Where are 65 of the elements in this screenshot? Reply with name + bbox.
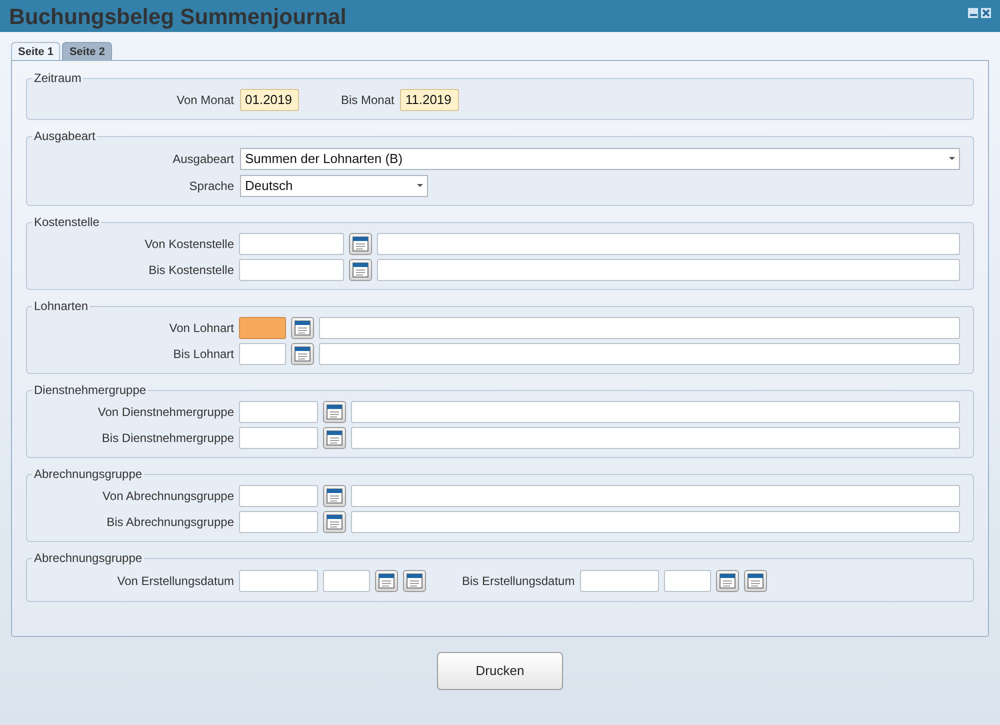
dropdown[interactable]: Summen der Lohnarten (B) bbox=[240, 148, 960, 170]
input-field[interactable] bbox=[323, 570, 370, 592]
tab[interactable]: Seite 1 bbox=[11, 42, 60, 62]
input-field[interactable] bbox=[239, 570, 318, 592]
group-title: Dienstnehmergruppe bbox=[33, 382, 148, 399]
field-label: Bis Monat bbox=[341, 92, 394, 109]
window-title: Buchungsbeleg Summenjournal bbox=[9, 2, 346, 31]
field-label: Von Kostenstelle bbox=[144, 236, 234, 253]
group-title: Abrechnungsgruppe bbox=[33, 466, 144, 483]
close-icon[interactable] bbox=[981, 8, 991, 18]
group-title: Ausgabeart bbox=[33, 128, 96, 145]
dropdown[interactable]: Deutsch bbox=[240, 174, 428, 196]
calendar-icon[interactable] bbox=[403, 570, 426, 592]
field-label: Von Abrechnungsgruppe bbox=[102, 488, 234, 505]
field-label: Bis Dienstnehmergruppe bbox=[100, 430, 234, 447]
minimize-icon[interactable] bbox=[968, 8, 978, 18]
input-field[interactable] bbox=[239, 233, 344, 255]
input-field[interactable]: 01.2019 bbox=[240, 89, 299, 111]
field-label: Von Monat bbox=[176, 92, 234, 109]
input-field[interactable] bbox=[319, 343, 960, 365]
field-label: Bis Lohnart bbox=[172, 346, 234, 363]
input-field[interactable] bbox=[377, 259, 960, 281]
input-field[interactable] bbox=[239, 317, 286, 339]
calendar-icon[interactable] bbox=[291, 317, 314, 339]
input-field[interactable] bbox=[351, 427, 960, 449]
calendar-icon[interactable] bbox=[323, 427, 346, 449]
calendar-icon[interactable] bbox=[716, 570, 739, 592]
calendar-icon[interactable] bbox=[375, 570, 398, 592]
field-label: Ausgabeart bbox=[172, 150, 234, 168]
input-field[interactable] bbox=[239, 343, 286, 365]
tab[interactable]: Seite 2 bbox=[62, 42, 112, 61]
field-label: Bis Abrechnungsgruppe bbox=[106, 514, 234, 531]
field-label: Von Lohnart bbox=[168, 320, 234, 337]
field-label: Bis Erstellungsdatum bbox=[462, 573, 575, 590]
field-label: Von Dienstnehmergruppe bbox=[96, 404, 234, 421]
input-field[interactable] bbox=[664, 570, 711, 592]
input-field[interactable] bbox=[351, 401, 960, 423]
print-button[interactable]: Drucken bbox=[437, 652, 563, 690]
input-field[interactable] bbox=[580, 570, 659, 592]
field-label: Von Erstellungsdatum bbox=[116, 573, 234, 590]
calendar-icon[interactable] bbox=[349, 233, 372, 255]
caret-icon bbox=[949, 157, 955, 160]
field-label: Sprache bbox=[188, 178, 234, 194]
input-field[interactable] bbox=[239, 485, 318, 507]
calendar-icon[interactable] bbox=[291, 343, 314, 365]
group-title: Lohnarten bbox=[33, 298, 90, 315]
calendar-icon[interactable] bbox=[323, 401, 346, 423]
group-title: Zeitraum bbox=[33, 70, 82, 87]
calendar-icon[interactable] bbox=[349, 259, 372, 281]
group-title: Abrechnungsgruppe bbox=[33, 550, 144, 567]
field-label: Bis Kostenstelle bbox=[148, 262, 234, 279]
input-field[interactable] bbox=[319, 317, 960, 339]
group-title: Kostenstelle bbox=[33, 214, 100, 231]
input-field[interactable] bbox=[377, 233, 960, 255]
input-field[interactable] bbox=[351, 511, 960, 533]
input-field[interactable] bbox=[239, 259, 344, 281]
calendar-icon[interactable] bbox=[323, 511, 346, 533]
calendar-icon[interactable] bbox=[744, 570, 767, 592]
caret-icon bbox=[417, 184, 423, 187]
input-field[interactable] bbox=[239, 427, 318, 449]
input-field[interactable] bbox=[351, 485, 960, 507]
input-field[interactable]: 11.2019 bbox=[400, 89, 460, 111]
calendar-icon[interactable] bbox=[323, 485, 346, 507]
input-field[interactable] bbox=[239, 401, 318, 423]
input-field[interactable] bbox=[239, 511, 318, 533]
